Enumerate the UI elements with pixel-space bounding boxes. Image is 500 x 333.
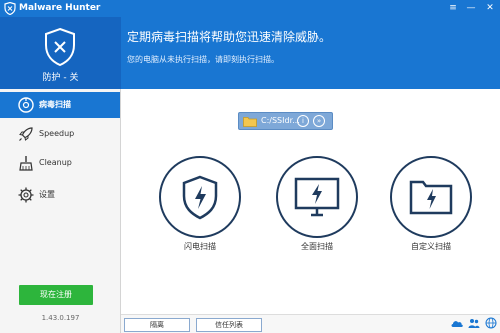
quick-scan-label: 闪电扫描 (184, 242, 216, 251)
full-scan-button[interactable] (276, 156, 358, 238)
header-submessage: 您的电脑从未执行扫描，请即刻执行扫描。 (127, 55, 279, 64)
people-icon[interactable] (468, 317, 480, 329)
info-icon[interactable]: i (297, 115, 309, 127)
folder-bolt-icon (409, 180, 453, 215)
globe-icon[interactable] (485, 317, 497, 329)
register-now-button[interactable]: 现在注册 (19, 285, 93, 305)
sidebar-item-label: 设置 (39, 190, 55, 199)
gear-icon (18, 187, 34, 203)
folder-icon (243, 117, 257, 127)
sidebar: 病毒扫描 Speedup Cleanup 设置 现在注册 1.43.0.197 (0, 89, 121, 333)
trust-list-button[interactable]: 信任列表 (196, 318, 262, 332)
footer-bar: 隔离 信任列表 (121, 314, 500, 333)
custom-scan-button[interactable] (390, 156, 472, 238)
sidebar-item-label: Cleanup (39, 158, 72, 167)
sidebar-item-virus-scan[interactable]: 病毒扫描 (0, 92, 120, 118)
quick-scan-button[interactable] (159, 156, 241, 238)
sidebar-item-label: Speedup (39, 129, 75, 138)
custom-scan-label: 自定义扫描 (411, 242, 451, 251)
header-message: 定期病毒扫描将帮助您迅速清除威胁。 (127, 30, 332, 44)
scan-target-path: C:/SSIdr... (261, 116, 300, 125)
protection-status: 防护 - 关 (42, 73, 79, 83)
sidebar-item-speedup[interactable]: Speedup (0, 121, 120, 147)
menu-button[interactable]: ≡ (444, 0, 462, 17)
cloud-icon[interactable] (450, 317, 464, 329)
shield-x-icon (45, 27, 75, 67)
version-label: 1.43.0.197 (41, 314, 80, 322)
rocket-icon (19, 127, 33, 141)
title-bar: Malware Hunter ≡ — ✕ (0, 0, 500, 17)
header-panel: 防护 - 关 定期病毒扫描将帮助您迅速清除威胁。 您的电脑从未执行扫描，请即刻执… (0, 17, 500, 89)
protection-panel: 防护 - 关 (0, 17, 121, 89)
sidebar-item-cleanup[interactable]: Cleanup (0, 150, 120, 176)
minimize-button[interactable]: — (462, 0, 480, 17)
shield-bolt-icon (182, 175, 218, 220)
scan-target-selector[interactable]: C:/SSIdr... i » (238, 112, 333, 130)
scan-panel: C:/SSIdr... i » 闪电扫描 全面扫描 自定义扫描 (121, 89, 500, 333)
monitor-bolt-icon (294, 177, 340, 217)
sidebar-item-settings[interactable]: 设置 (0, 182, 120, 208)
sidebar-item-label: 病毒扫描 (39, 100, 71, 109)
chevron-right-icon[interactable]: » (313, 115, 325, 127)
quarantine-button[interactable]: 隔离 (124, 318, 190, 332)
malware-hunter-window: Malware Hunter ≡ — ✕ 防护 - 关 定期病毒扫描将帮助您迅速… (0, 0, 500, 333)
close-button[interactable]: ✕ (481, 0, 499, 17)
app-logo-icon (4, 2, 16, 15)
full-scan-label: 全面扫描 (301, 242, 333, 251)
app-title: Malware Hunter (19, 3, 101, 13)
broom-icon (19, 156, 33, 171)
scan-icon (18, 97, 34, 113)
